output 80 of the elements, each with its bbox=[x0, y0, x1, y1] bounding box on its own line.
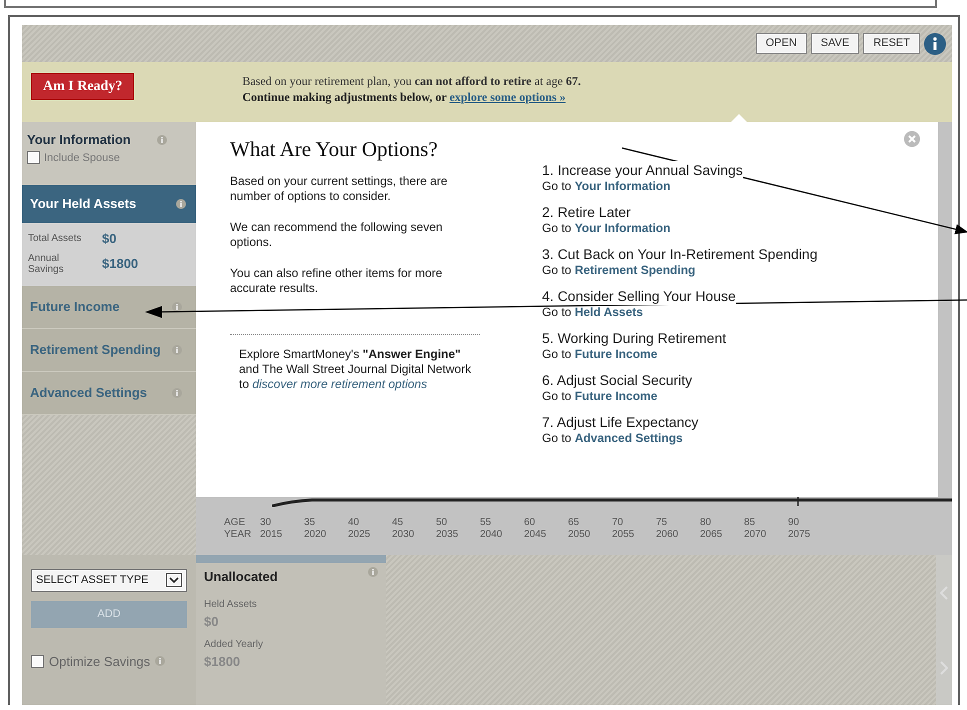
tab-label: Advanced Settings bbox=[30, 384, 148, 402]
section-link[interactable]: Your Information bbox=[574, 179, 670, 193]
age-tick: 55 bbox=[480, 517, 492, 529]
age-tick: 60 bbox=[524, 517, 536, 529]
section-link[interactable]: Retirement Spending bbox=[574, 263, 696, 277]
age-tick: 35 bbox=[304, 517, 316, 529]
age-tick: 85 bbox=[744, 517, 756, 529]
option-goto-text: Go to Held Assets bbox=[542, 305, 644, 320]
year-tick: 2030 bbox=[392, 529, 416, 541]
year-tick: 2060 bbox=[656, 529, 680, 541]
dropdown-icon[interactable] bbox=[166, 573, 182, 588]
option-goto-text: Go to Future Income bbox=[542, 347, 658, 362]
field-label: Added Yearly bbox=[204, 638, 264, 652]
discover-link[interactable]: discover more retirement options bbox=[252, 377, 428, 392]
explore-text: Explore SmartMoney's "Answer Engine" and The Wall Street Journal Digital Network to discover more retirement options bbox=[238, 347, 472, 392]
option-title: 1. Increase your Annual Savings bbox=[542, 161, 743, 179]
year-tick: 2070 bbox=[744, 529, 768, 541]
options-link[interactable]: explore some options » bbox=[449, 90, 566, 104]
field-value: $1800 bbox=[102, 254, 138, 273]
dialog-title: What Are Your Options? bbox=[230, 136, 439, 162]
section-title: Your Information bbox=[27, 131, 131, 149]
year-tick: 2040 bbox=[480, 529, 504, 541]
info-icon[interactable] bbox=[172, 302, 182, 312]
tab-label: Your Held Assets bbox=[30, 195, 136, 214]
retirement-message: Based on your retirement plan, you can not afford to retire at age 67. bbox=[242, 73, 581, 90]
checkbox-label: Include Spouse bbox=[44, 150, 120, 166]
year-tick: 2015 bbox=[260, 529, 284, 541]
tab-label: Future Income bbox=[30, 298, 120, 316]
year-tick: 2025 bbox=[348, 529, 372, 541]
help-icon[interactable] bbox=[924, 32, 946, 54]
age-tick: 75 bbox=[656, 517, 668, 529]
card-title: Unallocated bbox=[204, 568, 278, 586]
toolbar-button[interactable]: RESET bbox=[863, 32, 920, 54]
checkbox[interactable] bbox=[31, 654, 44, 668]
section-link[interactable]: Your Information bbox=[574, 221, 670, 235]
tab-label: Retirement Spending bbox=[30, 341, 161, 360]
field-value: $0 bbox=[102, 230, 116, 248]
option-goto-text: Go to Your Information bbox=[542, 179, 672, 194]
checkbox-label: Optimize Savings bbox=[49, 652, 150, 671]
option-goto-text: Go to Retirement Spending bbox=[542, 263, 696, 278]
year-tick: 2050 bbox=[568, 529, 592, 541]
year-tick: 2065 bbox=[700, 529, 724, 541]
dialog-text: We can recommend the following seven options. bbox=[230, 220, 444, 250]
section-link[interactable]: Held Assets bbox=[574, 305, 643, 319]
sidebar-tab[interactable]: Your Held Assets bbox=[22, 185, 196, 223]
asset-type-select[interactable]: SELECT ASSET TYPE bbox=[31, 569, 187, 592]
toolbar-button[interactable]: SAVE bbox=[810, 32, 860, 54]
year-tick: 2055 bbox=[612, 529, 636, 541]
axis-label: AGE bbox=[224, 517, 246, 529]
field-value: $0 bbox=[204, 612, 220, 630]
adjustment-hint: Continue making adjustments below, or explore some options » bbox=[242, 89, 567, 106]
field-label: Held Assets bbox=[204, 598, 258, 612]
field-label: Annual Savings bbox=[28, 252, 65, 274]
am-i-ready-button[interactable]: Am I Ready? bbox=[31, 73, 134, 100]
year-tick: 2035 bbox=[436, 529, 460, 541]
age-tick: 40 bbox=[348, 517, 360, 529]
field-label: Total Assets bbox=[28, 233, 82, 244]
toolbar-button[interactable]: OPEN bbox=[756, 32, 807, 54]
field-value: $1800 bbox=[204, 653, 242, 671]
dialog-text: You can also refine other items for more accurate results. bbox=[230, 266, 444, 296]
age-tick: 65 bbox=[568, 517, 580, 529]
age-tick: 45 bbox=[392, 517, 404, 529]
age-tick: 80 bbox=[700, 517, 712, 529]
axis-label: YEAR bbox=[224, 529, 252, 541]
section-link[interactable]: Advanced Settings bbox=[574, 431, 683, 445]
age-tick: 30 bbox=[260, 517, 272, 529]
year-tick: 2075 bbox=[788, 529, 812, 541]
section-link[interactable]: Future Income bbox=[574, 389, 658, 403]
age-tick: 50 bbox=[436, 517, 448, 529]
option-goto-text: Go to Advanced Settings bbox=[542, 431, 684, 446]
year-tick: 2045 bbox=[524, 529, 548, 541]
year-tick: 2020 bbox=[304, 529, 328, 541]
dialog-text: Based on your current settings, there are number of options to consider. bbox=[230, 174, 448, 204]
age-tick: 90 bbox=[788, 517, 800, 529]
option-goto-text: Go to Future Income bbox=[542, 389, 658, 404]
checkbox[interactable] bbox=[27, 151, 40, 164]
section-link[interactable]: Future Income bbox=[574, 347, 658, 361]
close-icon[interactable] bbox=[904, 131, 920, 147]
option-goto-text: Go to Your Information bbox=[542, 221, 672, 236]
age-tick: 70 bbox=[612, 517, 624, 529]
